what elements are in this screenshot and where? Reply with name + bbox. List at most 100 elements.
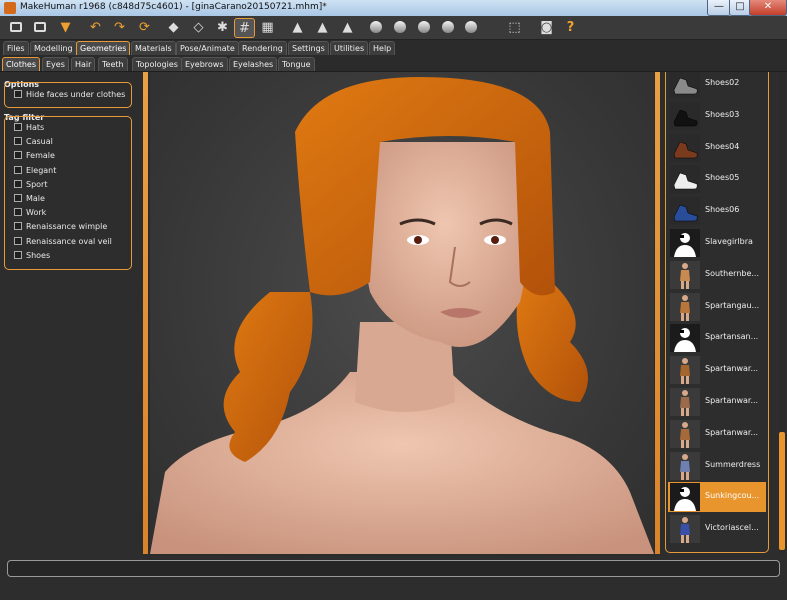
clothes-item-label: Southernbe... xyxy=(705,268,760,278)
checkbox-box[interactable] xyxy=(14,123,22,131)
subtab-eyebrows[interactable]: Eyebrows xyxy=(181,57,228,71)
tab-geometries[interactable]: Geometries xyxy=(76,41,131,55)
subtab-clothes[interactable]: Clothes xyxy=(2,57,40,71)
clothes-item-label: Shoes03 xyxy=(705,109,740,119)
clothes-list: Shoes02 Shoes03 Shoes04 Shoes05 Shoes06 Slave… xyxy=(665,72,769,553)
new-file-button[interactable] xyxy=(6,18,25,36)
camera-button[interactable]: ◙ xyxy=(537,18,556,36)
save-button[interactable] xyxy=(30,18,49,36)
right-scrollbar[interactable] xyxy=(779,72,785,554)
undo-icon: ↶ xyxy=(90,19,101,35)
checkbox-box[interactable] xyxy=(14,179,22,188)
tag-checkbox-shoes[interactable]: Shoes xyxy=(14,250,50,262)
redo-button[interactable]: ↷ xyxy=(110,18,129,36)
head-front-button[interactable] xyxy=(366,18,385,36)
clothes-item[interactable]: Shoes04 xyxy=(668,133,766,163)
clothes-item[interactable]: Victoriascel... xyxy=(668,514,766,544)
tab-settings[interactable]: Settings xyxy=(288,41,329,55)
tag-checkbox-female[interactable]: Female xyxy=(14,150,55,162)
tab-materials[interactable]: Materials xyxy=(131,41,176,55)
tag-checkbox-work[interactable]: Work xyxy=(14,207,46,219)
clothes-item[interactable]: Shoes03 xyxy=(668,101,766,131)
clothes-item[interactable]: Shoes05 xyxy=(668,164,766,194)
checkbox-box[interactable] xyxy=(14,250,22,259)
tab-utilities[interactable]: Utilities xyxy=(330,41,369,55)
close-button[interactable]: ✕ xyxy=(749,0,787,16)
checker-button[interactable]: ▦ xyxy=(258,18,277,36)
save-icon xyxy=(33,22,46,32)
tag-checkbox-male[interactable]: Male xyxy=(14,193,45,205)
clothes-item[interactable]: Southernbe... xyxy=(668,260,766,290)
clothes-item-label: Sunkingcou... xyxy=(705,491,760,501)
tab-help[interactable]: Help xyxy=(369,41,396,55)
tag-checkbox-hats[interactable]: Hats xyxy=(14,122,44,134)
checkbox-box[interactable] xyxy=(14,151,22,160)
smooth-button[interactable]: ◆ xyxy=(164,18,183,36)
grid-button[interactable]: # xyxy=(234,18,255,38)
minimize-button[interactable]: — xyxy=(707,0,731,16)
figure-thumbnail xyxy=(670,515,700,544)
maximize-button[interactable]: □ xyxy=(729,0,751,16)
subtab-tongue[interactable]: Tongue xyxy=(278,57,315,71)
clothes-item[interactable]: Spartansan... xyxy=(668,323,766,353)
subtab-eyelashes[interactable]: Eyelashes xyxy=(229,57,278,71)
tag-checkbox-elegant[interactable]: Elegant xyxy=(14,165,56,177)
subtab-eyes[interactable]: Eyes xyxy=(42,57,69,71)
head-left-button[interactable] xyxy=(414,18,433,36)
clothes-item-label: Spartangau... xyxy=(705,300,760,310)
tab-modelling[interactable]: Modelling xyxy=(30,41,77,55)
figure-thumbnail xyxy=(670,260,700,289)
clothes-item[interactable]: Sunkingcou... xyxy=(668,482,766,513)
clothes-item[interactable]: Slavegirlbra xyxy=(668,228,766,258)
checkbox-label: Elegant xyxy=(26,165,57,175)
clothes-item[interactable]: Shoes02 xyxy=(668,72,766,99)
left-splitter[interactable] xyxy=(143,72,148,554)
clothes-item[interactable]: Spartangau... xyxy=(668,292,766,322)
clothes-item[interactable]: Summerdress xyxy=(668,451,766,481)
back-view-button[interactable]: ▲ xyxy=(313,18,332,36)
clothes-item[interactable]: Spartanwar... xyxy=(668,387,766,417)
head-right-icon xyxy=(441,21,454,33)
help-button[interactable]: ? xyxy=(561,18,580,36)
checkbox-box[interactable] xyxy=(14,208,22,217)
export-button[interactable]: ▼ xyxy=(56,18,75,36)
checkbox-box[interactable] xyxy=(14,222,22,231)
tab-files[interactable]: Files xyxy=(3,41,29,55)
frame-button[interactable]: ⬚ xyxy=(505,18,524,36)
pose-icon: ✱ xyxy=(217,19,228,35)
clothes-item[interactable]: Shoes06 xyxy=(668,196,766,226)
tag-checkbox-renaissance-wimple[interactable]: Renaissance wimple xyxy=(14,221,107,233)
checkbox-box[interactable] xyxy=(14,90,22,98)
subtab-hair[interactable]: Hair xyxy=(71,57,96,71)
main-tabs: Files Modelling Geometries Materials Pose/An… xyxy=(0,40,787,55)
head-top-button[interactable] xyxy=(461,18,480,36)
clothes-item-label: Spartanwar... xyxy=(705,396,759,405)
front-view-icon: ▲ xyxy=(292,19,303,35)
clothes-item[interactable]: Spartanwar... xyxy=(668,419,766,449)
checkbox-box[interactable] xyxy=(14,165,22,174)
tag-checkbox-renaissance-oval-veil[interactable]: Renaissance oval veil xyxy=(14,236,112,248)
3d-viewport[interactable] xyxy=(150,72,654,554)
head-round-button[interactable] xyxy=(390,18,409,36)
checkbox-box[interactable] xyxy=(14,236,22,245)
checkbox-box[interactable] xyxy=(14,194,22,202)
tab-rendering[interactable]: Rendering xyxy=(238,41,287,55)
tag-checkbox-sport[interactable]: Sport xyxy=(14,179,47,191)
tag-checkbox-casual[interactable]: Casual xyxy=(14,136,53,148)
undo-button[interactable]: ↶ xyxy=(86,18,105,36)
head-right-button[interactable] xyxy=(438,18,457,36)
subtab-teeth[interactable]: Teeth xyxy=(98,57,128,71)
side-view-button[interactable]: ▲ xyxy=(338,18,357,36)
clothes-item-label: Spartanwar... xyxy=(705,364,759,374)
subtab-topologies[interactable]: Topologies xyxy=(132,57,182,71)
toolbar: ▼ ↶ ↷ ⟳ ◆ ◇ ✱ # ▦ ▲ ▲ ▲ ⬚ ◙? xyxy=(0,16,787,40)
clothes-item[interactable]: Spartanwar... xyxy=(668,355,766,385)
scrollbar-thumb[interactable] xyxy=(779,432,785,550)
checkbox-box[interactable] xyxy=(14,137,22,146)
hide-faces-checkbox[interactable]: Hide faces under clothes xyxy=(14,89,125,101)
reset-button[interactable]: ⟳ xyxy=(135,18,154,36)
pose-button[interactable]: ✱ xyxy=(213,18,232,36)
tab-pose-animate[interactable]: Pose/Animate xyxy=(176,41,239,55)
wireframe-button[interactable]: ◇ xyxy=(189,18,208,36)
front-view-button[interactable]: ▲ xyxy=(288,18,307,36)
